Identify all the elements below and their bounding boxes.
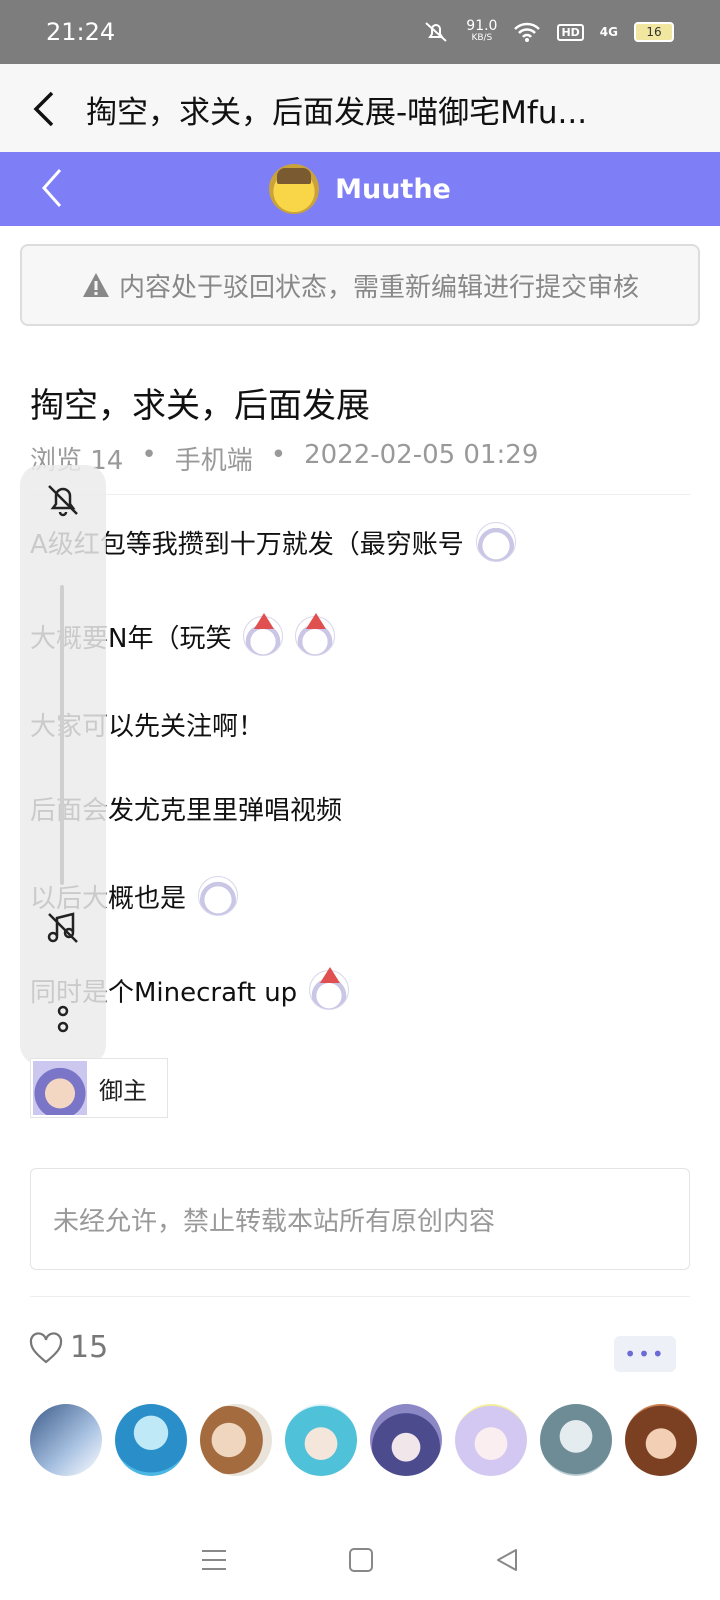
floating-side-panel: [20, 465, 106, 1065]
avatar[interactable]: [455, 1404, 527, 1476]
signal-label: 4G: [599, 25, 618, 39]
mute-status-icon: [425, 22, 447, 42]
sticker-image: [475, 522, 516, 562]
system-nav-bar: [0, 1520, 720, 1600]
warning-icon: [82, 273, 109, 297]
home-square-icon[interactable]: [348, 1547, 374, 1573]
tag-label: 御主: [99, 1076, 147, 1105]
status-time: 21:24: [46, 18, 116, 46]
status-icons: 91.0 KB/S HD 4G 16: [422, 18, 674, 44]
like-count: 15: [70, 1330, 109, 1365]
username[interactable]: Muuthe: [335, 174, 451, 205]
more-dots-icon[interactable]: [42, 999, 84, 1041]
copyright-notice: 未经允许，禁止转载本站所有原创内容: [30, 1168, 690, 1270]
avatar[interactable]: [200, 1404, 272, 1476]
app-top-bar: 掏空，求关，后面发展-喵御宅Mfu...: [0, 64, 720, 154]
status-bar: 21:24 91.0 KB/S HD 4G 16: [0, 0, 720, 64]
role-tag[interactable]: 御主: [30, 1058, 168, 1118]
post-meta: 浏览 14 • 手机端 • 2022-02-05 01:29: [30, 440, 539, 476]
heart-icon: [29, 1331, 63, 1363]
back-icon[interactable]: [30, 89, 56, 129]
avatar[interactable]: [625, 1404, 697, 1476]
avatar[interactable]: [285, 1404, 357, 1476]
avatar[interactable]: [30, 1404, 102, 1476]
hd-badge: HD: [557, 23, 584, 41]
post-title: 掏空，求关，后面发展: [30, 386, 370, 426]
menu-icon[interactable]: [200, 1548, 228, 1572]
like-button[interactable]: 15: [28, 1330, 108, 1365]
wifi-icon: [514, 22, 541, 42]
notice-text: 内容处于驳回状态，需重新编辑进行提交审核: [118, 272, 639, 303]
volume-slider[interactable]: [60, 585, 64, 885]
reject-notice: 内容处于驳回状态，需重新编辑进行提交审核: [20, 244, 700, 326]
avatar[interactable]: [115, 1404, 187, 1476]
user-avatar[interactable]: [269, 164, 320, 214]
post-date: 2022-02-05 01:29: [304, 440, 539, 470]
net-speed: 91.0 KB/S: [466, 18, 498, 43]
sticker-image: [295, 613, 336, 656]
battery-icon: 16: [634, 22, 674, 42]
liker-avatars: [30, 1404, 697, 1476]
mute-bell-icon[interactable]: [42, 479, 84, 521]
sticker-image: [198, 876, 239, 916]
sticker-image: [309, 967, 350, 1010]
music-off-icon[interactable]: [42, 907, 84, 949]
user-banner: Muuthe: [0, 152, 720, 226]
avatar[interactable]: [370, 1404, 442, 1476]
back-triangle-icon[interactable]: [494, 1547, 520, 1573]
divider: [30, 494, 690, 495]
divider: [30, 1296, 690, 1297]
tag-avatar: [33, 1061, 87, 1115]
avatar[interactable]: [540, 1404, 612, 1476]
banner-back-icon[interactable]: [38, 166, 64, 210]
page-title: 掏空，求关，后面发展-喵御宅Mfu...: [86, 94, 588, 131]
more-options-button[interactable]: •••: [614, 1336, 676, 1372]
post-client: 手机端: [174, 446, 253, 476]
sticker-image: [243, 613, 284, 656]
